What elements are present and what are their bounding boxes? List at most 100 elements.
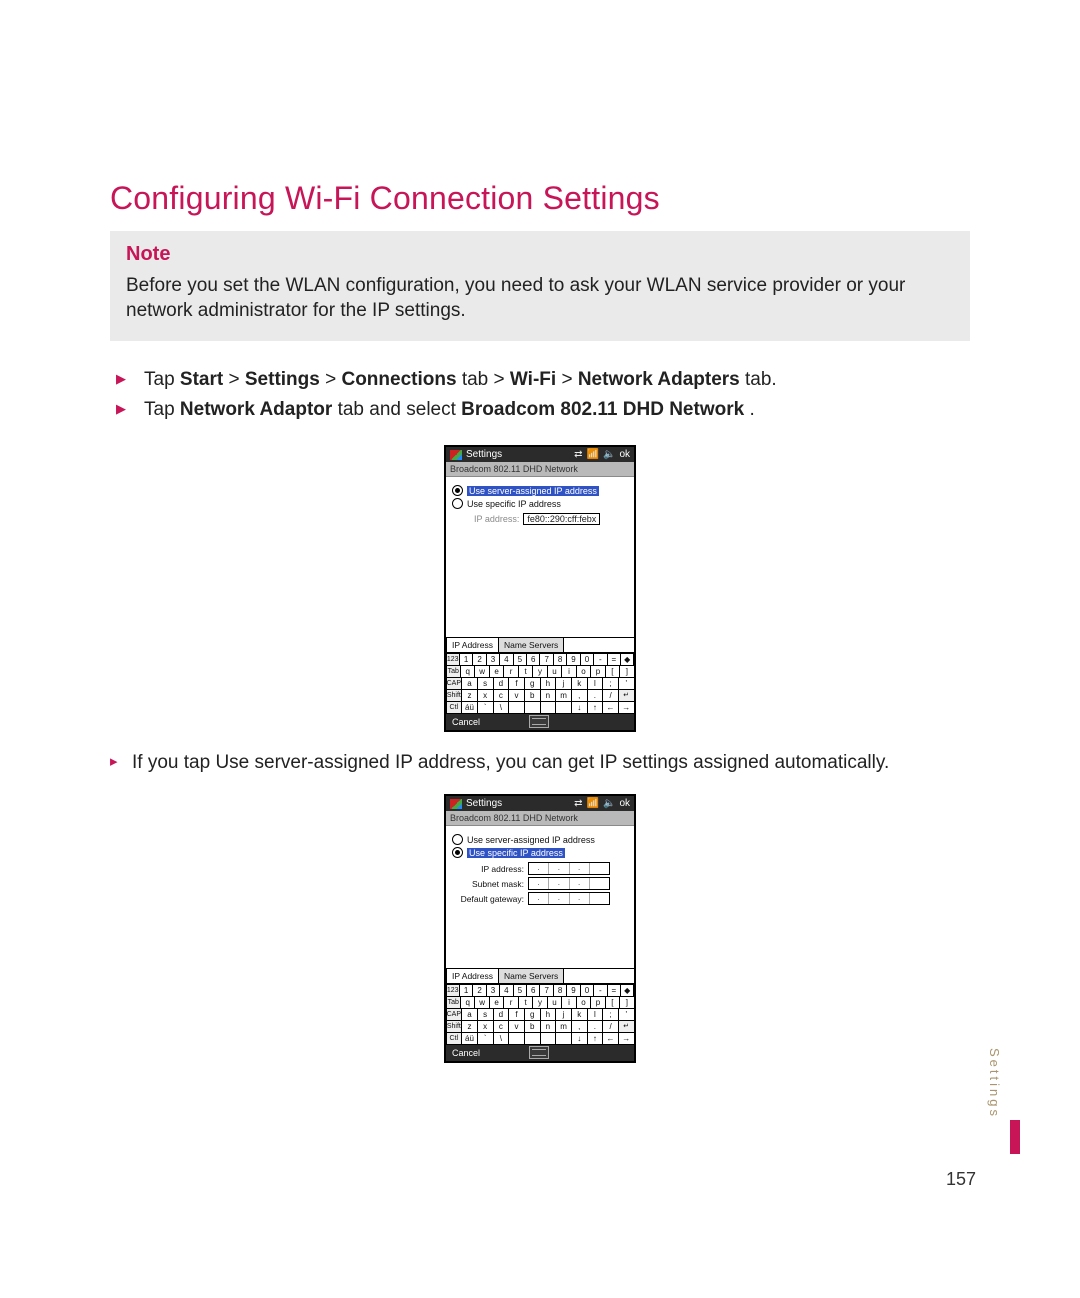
radio-dot-icon [452,498,463,509]
text: tab > [462,369,510,390]
ok-button[interactable]: ok [619,449,630,460]
text-bold: Start [180,369,223,390]
radio-dot-icon [452,485,463,496]
key[interactable]: áü [461,701,478,714]
text: . [749,399,754,420]
connectivity-icon: ⇄ [574,798,582,809]
key[interactable]: áü [461,1032,478,1045]
section-side-label: Settings [987,1048,1002,1119]
ip-address-field[interactable]: fe80::290:cff:febx [523,513,600,525]
text-bold: Connections [341,369,456,390]
text: Tap [144,399,180,420]
cancel-button[interactable]: Cancel [452,717,480,727]
key[interactable]: \ [493,1032,510,1045]
text: Tap [144,369,180,390]
key[interactable] [555,701,572,714]
key[interactable] [555,1032,572,1045]
radio-server-assigned[interactable]: Use server-assigned IP address [452,834,628,845]
bottom-bar: Cancel [446,713,634,730]
tabs: IP Address Name Servers [446,968,634,983]
text: tab. [745,369,777,390]
key[interactable] [524,701,541,714]
cancel-button[interactable]: Cancel [452,1048,480,1058]
ok-button[interactable]: ok [619,798,630,809]
soft-keyboard[interactable]: 1231234567890-=◆Tabqwertyuiop[]CAPasdfgh… [446,652,634,713]
key[interactable]: ` [477,1032,494,1045]
text: > [561,369,577,390]
tab-ip-address[interactable]: IP Address [446,968,499,983]
text-bold: Broadcom 802.11 DHD Network [461,399,744,420]
device-screenshot-1: Settings ⇄ 📶 🔈 ok Broadcom 802.11 DHD Ne… [444,445,636,732]
radio-label: Use specific IP address [467,499,561,509]
volume-icon: 🔈 [603,449,615,460]
tabs: IP Address Name Servers [446,637,634,652]
key[interactable] [508,701,525,714]
breadcrumb: Broadcom 802.11 DHD Network [446,462,634,477]
key[interactable]: ↑ [587,1032,604,1045]
ip-address-label: IP address: [452,864,524,874]
key[interactable]: ↑ [587,701,604,714]
key[interactable]: ← [602,701,619,714]
page-number: 157 [946,1169,976,1190]
section-side-marker [1010,1120,1020,1154]
key[interactable]: Ctl [446,701,463,714]
wifi-icon: 📶 [587,449,599,460]
titlebar: Settings ⇄ 📶 🔈 ok [446,796,634,811]
radio-label: Use server-assigned IP address [467,835,595,845]
key[interactable]: ` [477,701,494,714]
ip-address-field[interactable]: ... [528,862,610,875]
radio-dot-icon [452,834,463,845]
ip-address-label: IP address: [474,514,519,524]
text-bold: Wi-Fi [510,369,556,390]
list-item: Tap Start > Settings > Connections tab >… [110,365,970,395]
key[interactable]: → [618,701,635,714]
radio-specific[interactable]: Use specific IP address [452,847,628,858]
radio-dot-icon [452,847,463,858]
note-heading: Note [126,243,954,266]
text: > [229,369,245,390]
subnet-mask-field[interactable]: ... [528,877,610,890]
note-text: Before you set the WLAN configuration, y… [126,274,954,323]
key[interactable] [508,1032,525,1045]
breadcrumb: Broadcom 802.11 DHD Network [446,811,634,826]
keyboard-icon[interactable] [529,715,549,728]
volume-icon: 🔈 [603,798,615,809]
default-gateway-field[interactable]: ... [528,892,610,905]
text: > [325,369,341,390]
wifi-icon: 📶 [587,798,599,809]
radio-specific[interactable]: Use specific IP address [452,498,628,509]
key[interactable]: ↓ [571,1032,588,1045]
device-screenshot-2: Settings ⇄ 📶 🔈 ok Broadcom 802.11 DHD Ne… [444,794,636,1063]
text-bold: Network Adapters [578,369,740,390]
tab-ip-address[interactable]: IP Address [446,637,499,652]
soft-keyboard[interactable]: 1231234567890-=◆Tabqwertyuiop[]CAPasdfgh… [446,983,634,1044]
note-box: Note Before you set the WLAN configurati… [110,231,970,341]
start-icon[interactable] [450,450,462,460]
step-list: Tap Start > Settings > Connections tab >… [110,365,970,425]
text: tab and select [338,399,462,420]
key[interactable]: ↓ [571,701,588,714]
text-bold: Network Adaptor [180,399,332,420]
keyboard-icon[interactable] [529,1046,549,1059]
connectivity-icon: ⇄ [574,449,582,460]
radio-label: Use specific IP address [467,848,565,858]
key[interactable]: → [618,1032,635,1045]
start-icon[interactable] [450,799,462,809]
default-gateway-label: Default gateway: [452,894,524,904]
tab-name-servers[interactable]: Name Servers [498,968,564,983]
window-title: Settings [466,449,502,460]
radio-label: Use server-assigned IP address [467,486,599,496]
key[interactable] [540,701,557,714]
key[interactable]: Ctl [446,1032,463,1045]
page-title: Configuring Wi-Fi Connection Settings [110,180,970,217]
subnet-mask-label: Subnet mask: [452,879,524,889]
titlebar: Settings ⇄ 📶 🔈 ok [446,447,634,462]
tab-name-servers[interactable]: Name Servers [498,637,564,652]
key[interactable]: \ [493,701,510,714]
sub-step: If you tap Use server-assigned IP addres… [110,746,970,780]
key[interactable]: ← [602,1032,619,1045]
key[interactable] [540,1032,557,1045]
window-title: Settings [466,798,502,809]
radio-server-assigned[interactable]: Use server-assigned IP address [452,485,628,496]
key[interactable] [524,1032,541,1045]
